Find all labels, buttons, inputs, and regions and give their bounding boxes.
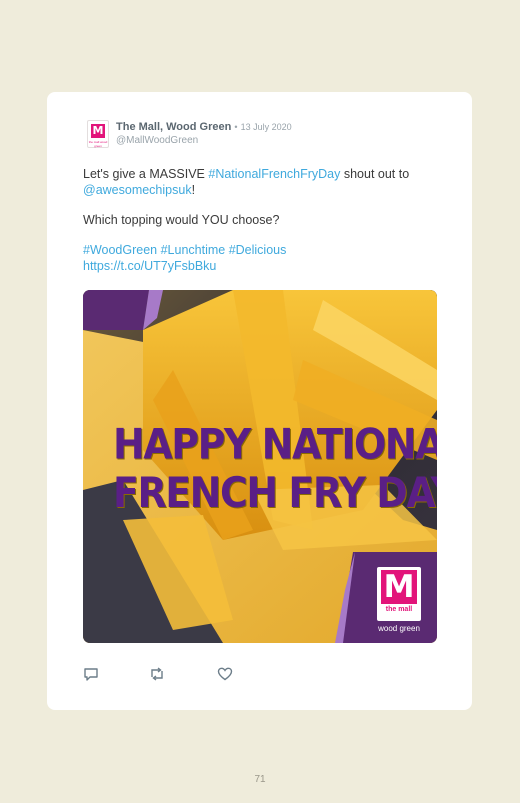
logo-caption: wood green [378, 624, 420, 633]
avatar[interactable]: M the mall wood green [87, 120, 109, 148]
logo-letter: M [381, 570, 417, 604]
tweet-question: Which topping would YOU choose? [83, 213, 280, 227]
retweet-icon[interactable] [149, 666, 165, 682]
mention-link[interactable]: @awesomechipsuk [83, 183, 192, 197]
brand-logo: M the mall [377, 567, 421, 621]
tweet-text-prefix: Let's give a MASSIVE [83, 167, 209, 181]
like-icon[interactable] [217, 666, 233, 682]
headline-line-1: HAPPY NATIONAL [113, 420, 437, 469]
tweet-text-suffix: shout out to [340, 167, 410, 181]
avatar-logo-letter: M [91, 124, 105, 138]
display-name[interactable]: The Mall, Wood Green [116, 121, 231, 133]
headline-line-2: FRENCH FRY DAY! [113, 468, 437, 517]
user-handle[interactable]: @MallWoodGreen [116, 135, 198, 146]
reply-icon[interactable] [83, 666, 99, 682]
tweet-url-link[interactable]: https://t.co/UT7yFsbBku [83, 258, 443, 274]
avatar-logo-subtext: the mall wood green [88, 140, 108, 148]
hashtags-links[interactable]: #WoodGreen #Lunchtime #Delicious [83, 242, 443, 258]
tweet-text-exclaim: ! [191, 183, 196, 197]
tweet-text: Let's give a MASSIVE #NationalFrenchFryD… [83, 166, 443, 274]
tweet-media-image[interactable]: HAPPY NATIONAL FRENCH FRY DAY! M the mal… [83, 290, 437, 643]
headline-text: HAPPY NATIONAL FRENCH FRY DAY! [113, 420, 437, 517]
page-number: 71 [254, 774, 266, 785]
hashtag-link[interactable]: #NationalFrenchFryDay [208, 167, 340, 181]
logo-subtext: the mall [385, 606, 413, 613]
tweet-line-1: Let's give a MASSIVE #NationalFrenchFryD… [83, 166, 443, 182]
separator: • [234, 122, 238, 132]
tweet-header: The Mall, Wood Green • 13 July 2020 [116, 121, 292, 133]
tweet-card: M the mall wood green The Mall, Wood Gre… [47, 92, 472, 710]
tweet-line-2: @awesomechipsuk! [83, 182, 443, 198]
tweet-actions [83, 666, 283, 682]
tweet-date[interactable]: 13 July 2020 [241, 122, 292, 132]
